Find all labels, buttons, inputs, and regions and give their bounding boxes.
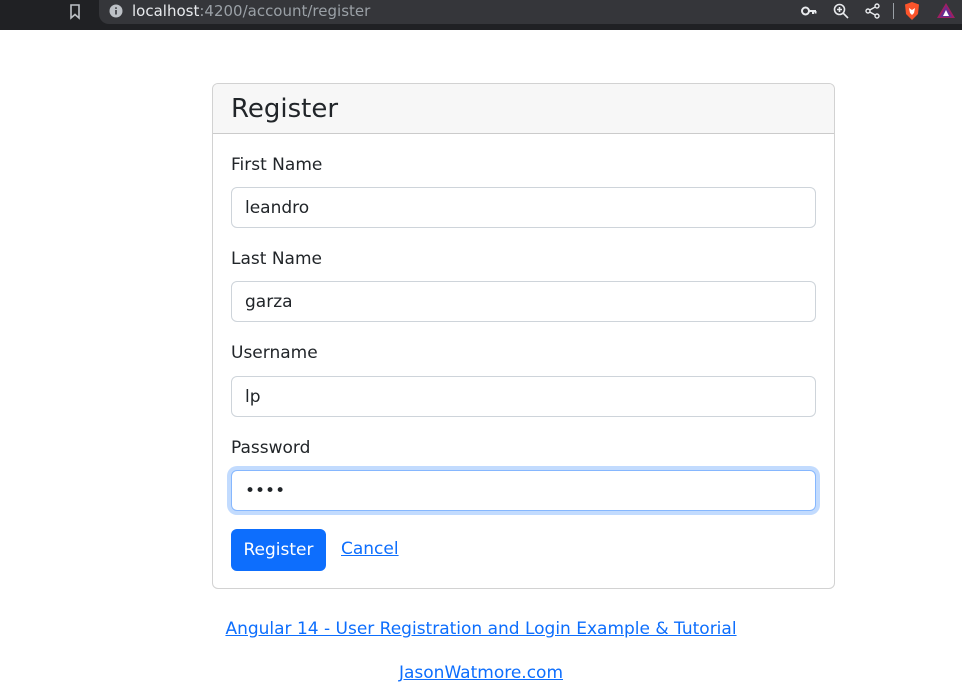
page-title: Register	[231, 94, 339, 124]
info-icon[interactable]	[109, 4, 123, 18]
register-card: Register First Name Last Name Username P…	[212, 83, 835, 589]
last-name-input[interactable]	[231, 281, 816, 322]
url-path: :4200/account/register	[199, 2, 371, 20]
register-button[interactable]: Register	[231, 529, 326, 571]
last-name-label: Last Name	[231, 249, 322, 269]
first-name-label: First Name	[231, 155, 323, 175]
password-label: Password	[231, 438, 311, 458]
toolbar-separator	[893, 3, 894, 19]
username-label: Username	[231, 343, 318, 363]
password-input[interactable]	[231, 470, 816, 511]
key-icon[interactable]	[800, 2, 818, 20]
brave-rewards-icon[interactable]	[936, 1, 956, 21]
username-input[interactable]	[231, 376, 816, 417]
bookmark-icon[interactable]	[68, 3, 82, 21]
brave-shield-icon[interactable]	[902, 1, 922, 21]
card-header: Register	[213, 84, 834, 134]
first-name-input[interactable]	[231, 187, 816, 228]
zoom-icon[interactable]	[832, 2, 850, 20]
author-link[interactable]: JasonWatmore.com	[0, 663, 962, 683]
cancel-link[interactable]: Cancel	[341, 539, 399, 559]
share-icon[interactable]	[864, 2, 882, 20]
tutorial-link[interactable]: Angular 14 - User Registration and Login…	[0, 619, 962, 639]
url-text[interactable]: localhost:4200/account/register	[132, 2, 370, 20]
browser-toolbar: localhost:4200/account/register	[0, 0, 962, 30]
url-host: localhost	[132, 2, 200, 20]
